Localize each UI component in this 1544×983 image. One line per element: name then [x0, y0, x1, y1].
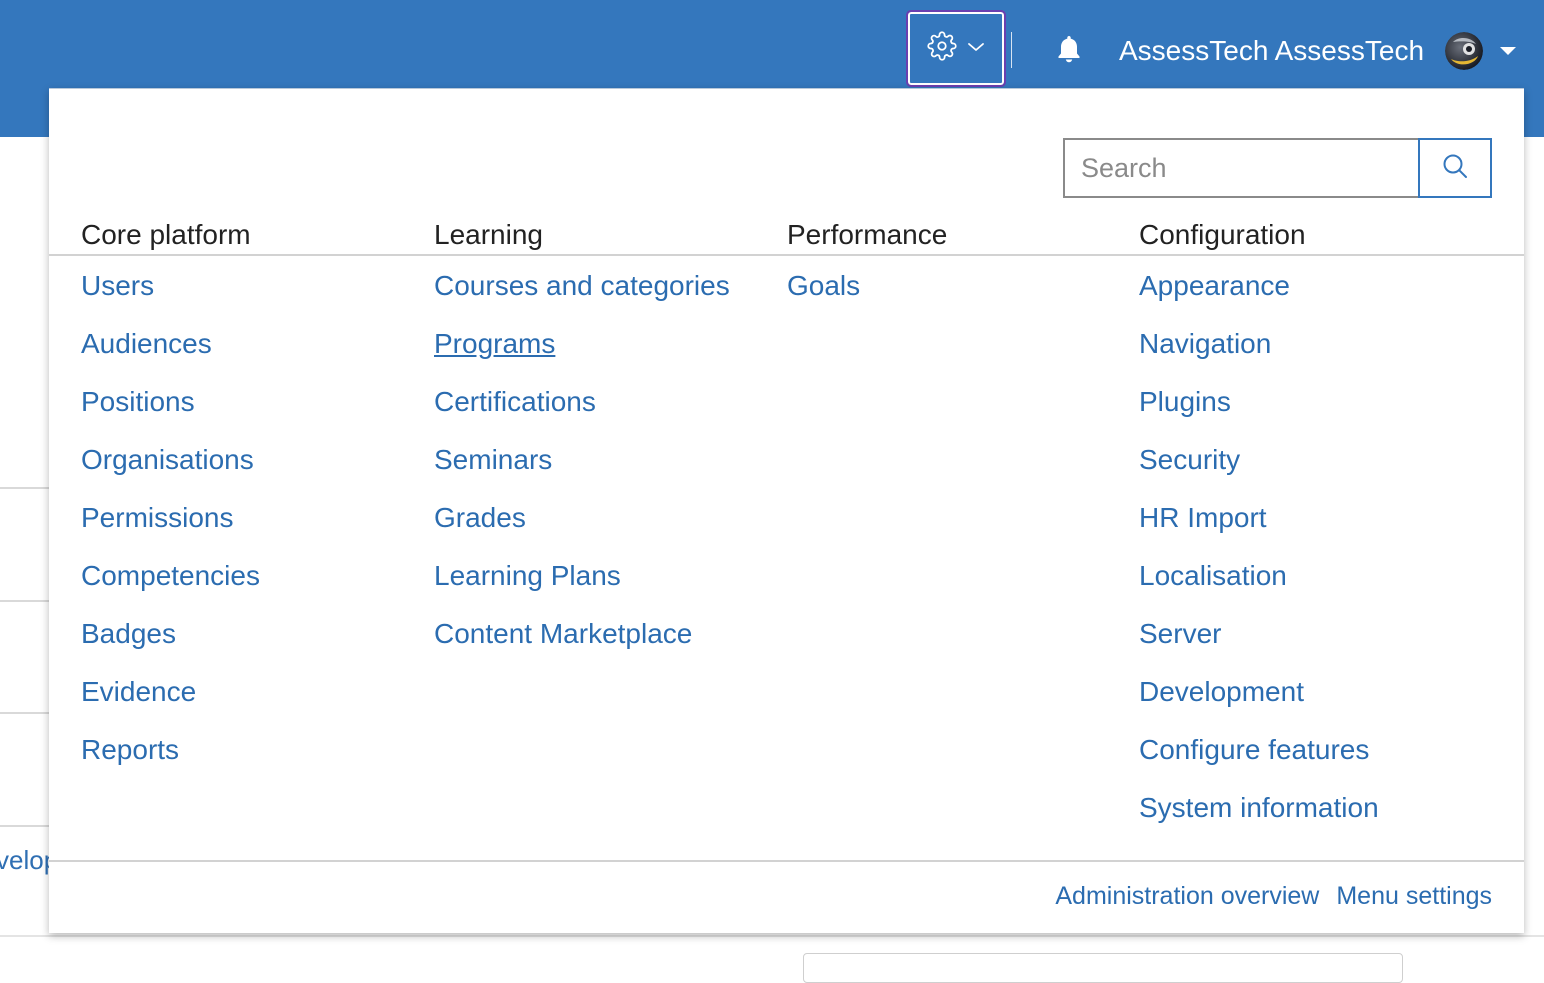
avatar[interactable]	[1445, 32, 1483, 70]
column-heading: Performance	[787, 219, 948, 250]
menu-column-core-platform: Core platform Users Audiences Positions …	[81, 216, 260, 765]
background-input	[803, 953, 1403, 983]
column-heading: Core platform	[81, 219, 251, 250]
column-heading: Learning	[434, 219, 543, 250]
menu-item-development[interactable]: Development	[1139, 676, 1304, 707]
menu-item-evidence[interactable]: Evidence	[81, 676, 196, 707]
menu-item-positions[interactable]: Positions	[81, 386, 195, 417]
column-header-divider	[49, 254, 1524, 256]
menu-item-hr-import[interactable]: HR Import	[1139, 502, 1267, 533]
user-name[interactable]: AssessTech AssessTech	[1119, 32, 1424, 70]
menu-column-performance: Performance Goals	[787, 216, 948, 301]
caret-down-icon[interactable]	[1499, 44, 1517, 56]
menu-item-courses-and-categories[interactable]: Courses and categories	[434, 270, 730, 301]
menu-item-goals[interactable]: Goals	[787, 270, 860, 301]
menu-item-security[interactable]: Security	[1139, 444, 1240, 475]
background-divider	[0, 935, 1544, 937]
menu-item-certifications[interactable]: Certifications	[434, 386, 596, 417]
gear-icon	[927, 31, 957, 66]
menu-item-organisations[interactable]: Organisations	[81, 444, 254, 475]
admin-menu-button[interactable]	[906, 10, 1006, 87]
menu-item-learning-plans[interactable]: Learning Plans	[434, 560, 621, 591]
menu-item-plugins[interactable]: Plugins	[1139, 386, 1231, 417]
chevron-down-icon	[967, 40, 985, 58]
menu-settings-link[interactable]: Menu settings	[1336, 882, 1492, 911]
menu-item-badges[interactable]: Badges	[81, 618, 176, 649]
menu-item-competencies[interactable]: Competencies	[81, 560, 260, 591]
search-button[interactable]	[1418, 138, 1492, 198]
menu-item-reports[interactable]: Reports	[81, 734, 179, 765]
search-input[interactable]	[1063, 138, 1418, 198]
footer-divider	[49, 860, 1524, 862]
column-heading: Configuration	[1139, 219, 1306, 250]
admin-menu-footer: Administration overview Menu settings	[1055, 882, 1492, 911]
menu-item-permissions[interactable]: Permissions	[81, 502, 233, 533]
admin-search	[1063, 138, 1492, 198]
menu-item-localisation[interactable]: Localisation	[1139, 560, 1287, 591]
menu-item-grades[interactable]: Grades	[434, 502, 526, 533]
menu-item-navigation[interactable]: Navigation	[1139, 328, 1271, 359]
menu-item-users[interactable]: Users	[81, 270, 154, 301]
menu-item-seminars[interactable]: Seminars	[434, 444, 552, 475]
navbar-divider	[1011, 32, 1012, 68]
menu-item-programs[interactable]: Programs	[434, 328, 555, 359]
menu-item-appearance[interactable]: Appearance	[1139, 270, 1290, 301]
menu-item-configure-features[interactable]: Configure features	[1139, 734, 1369, 765]
menu-column-learning: Learning Courses and categories Programs…	[434, 216, 730, 649]
menu-item-system-information[interactable]: System information	[1139, 792, 1379, 823]
menu-column-configuration: Configuration Appearance Navigation Plug…	[1139, 216, 1379, 823]
menu-item-content-marketplace[interactable]: Content Marketplace	[434, 618, 692, 649]
search-icon	[1441, 152, 1469, 185]
menu-item-server[interactable]: Server	[1139, 618, 1221, 649]
menu-item-audiences[interactable]: Audiences	[81, 328, 212, 359]
admin-menu-dropdown: Core platform Users Audiences Positions …	[49, 88, 1524, 933]
administration-overview-link[interactable]: Administration overview	[1055, 882, 1319, 911]
bell-icon[interactable]	[1054, 33, 1084, 65]
